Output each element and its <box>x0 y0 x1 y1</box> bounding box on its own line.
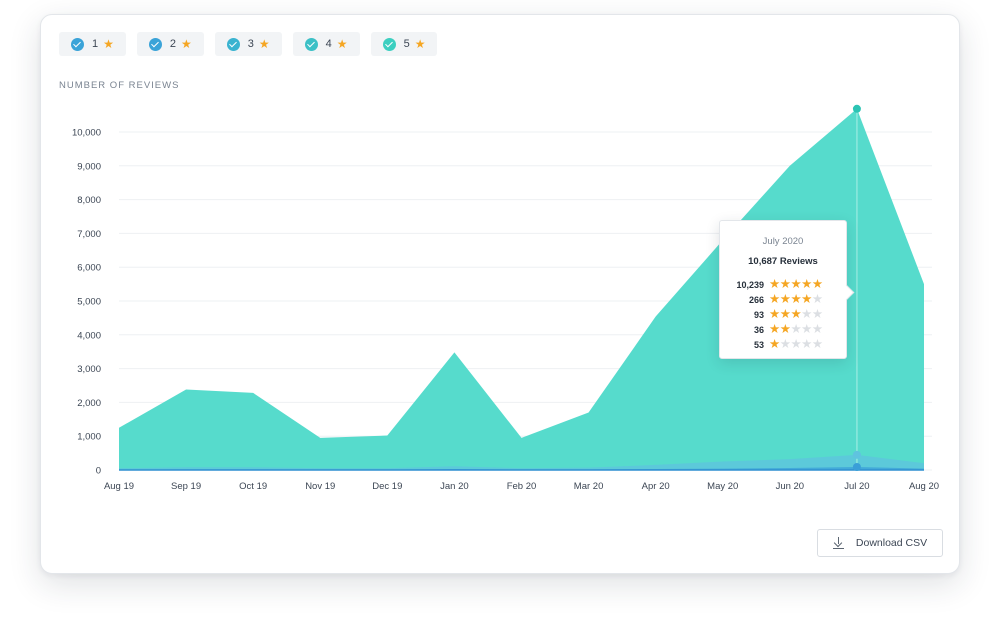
tooltip-count: 53 <box>753 339 764 350</box>
y-tick-label: 4,000 <box>77 330 101 341</box>
tooltip-title: July 2020 <box>762 236 804 247</box>
star-rating-icon: ★★★★★ <box>769 292 823 307</box>
x-tick-label: Apr 20 <box>642 481 670 492</box>
y-tick-label: 8,000 <box>77 195 101 206</box>
tooltip-row-2-star: 36 ★★★★★ <box>720 322 846 337</box>
x-tick-label: Jul 20 <box>844 481 869 492</box>
star-rating-icon: ★★★★★ <box>769 277 823 292</box>
tooltip-total: 10,687 Reviews <box>748 256 818 267</box>
tooltip-row-1-star: 53 ★★★★★ <box>720 337 846 352</box>
y-tick-label: 0 <box>96 466 101 477</box>
star-rating-icon: ★★★★★ <box>769 337 823 352</box>
x-tick-label: Mar 20 <box>574 481 604 492</box>
x-tick-label: Dec 19 <box>372 481 402 492</box>
y-tick-label: 10,000 <box>72 128 101 139</box>
y-tick-label: 2,000 <box>77 398 101 409</box>
tooltip-row-5-star: 10,239 ★★★★★ <box>720 277 846 292</box>
download-csv-button[interactable]: Download CSV <box>817 529 943 557</box>
hover-point-1-star <box>852 462 861 471</box>
tooltip-count: 10,239 <box>736 279 764 290</box>
x-tick-label: Sep 19 <box>171 481 201 492</box>
y-tick-label: 3,000 <box>77 364 101 375</box>
tooltip-count: 266 <box>748 294 764 305</box>
x-tick-label: May 20 <box>707 481 738 492</box>
hover-point-4-star <box>852 450 861 459</box>
y-tick-label: 7,000 <box>77 229 101 240</box>
tooltip-rating-rows: 10,239 ★★★★★ 266 ★★★★★ 93 ★★★★★ 36 ★★★★★ 53 ★★★★★ <box>720 277 846 352</box>
y-tick-label: 1,000 <box>77 432 101 443</box>
y-tick-label: 6,000 <box>77 263 101 274</box>
x-tick-label: Feb 20 <box>507 481 537 492</box>
download-icon <box>832 537 844 549</box>
hover-point-5-star <box>852 104 861 113</box>
x-tick-label: Jun 20 <box>776 481 805 492</box>
reviews-card: 1 ★ 2 ★ 3 ★ 4 ★ 5 ★ NUMBER OF REVIEWS 0 1,000 2,000… <box>40 14 960 574</box>
x-tick-label: Aug 19 <box>104 481 134 492</box>
chart-tooltip: July 2020 10,687 Reviews 10,239 ★★★★★ 266 ★… <box>719 220 847 359</box>
tooltip-count: 93 <box>753 309 764 320</box>
y-tick-label: 5,000 <box>77 297 101 308</box>
tooltip-count: 36 <box>753 324 764 335</box>
star-rating-icon: ★★★★★ <box>769 322 823 337</box>
tooltip-row-3-star: 93 ★★★★★ <box>720 307 846 322</box>
x-tick-label: Nov 19 <box>305 481 335 492</box>
download-label: Download CSV <box>855 537 928 549</box>
x-tick-label: Aug 20 <box>909 481 939 492</box>
x-tick-label: Oct 19 <box>239 481 267 492</box>
tooltip-row-4-star: 266 ★★★★★ <box>720 292 846 307</box>
x-tick-label: Jan 20 <box>440 481 469 492</box>
star-rating-icon: ★★★★★ <box>769 307 823 322</box>
y-tick-label: 9,000 <box>77 161 101 172</box>
